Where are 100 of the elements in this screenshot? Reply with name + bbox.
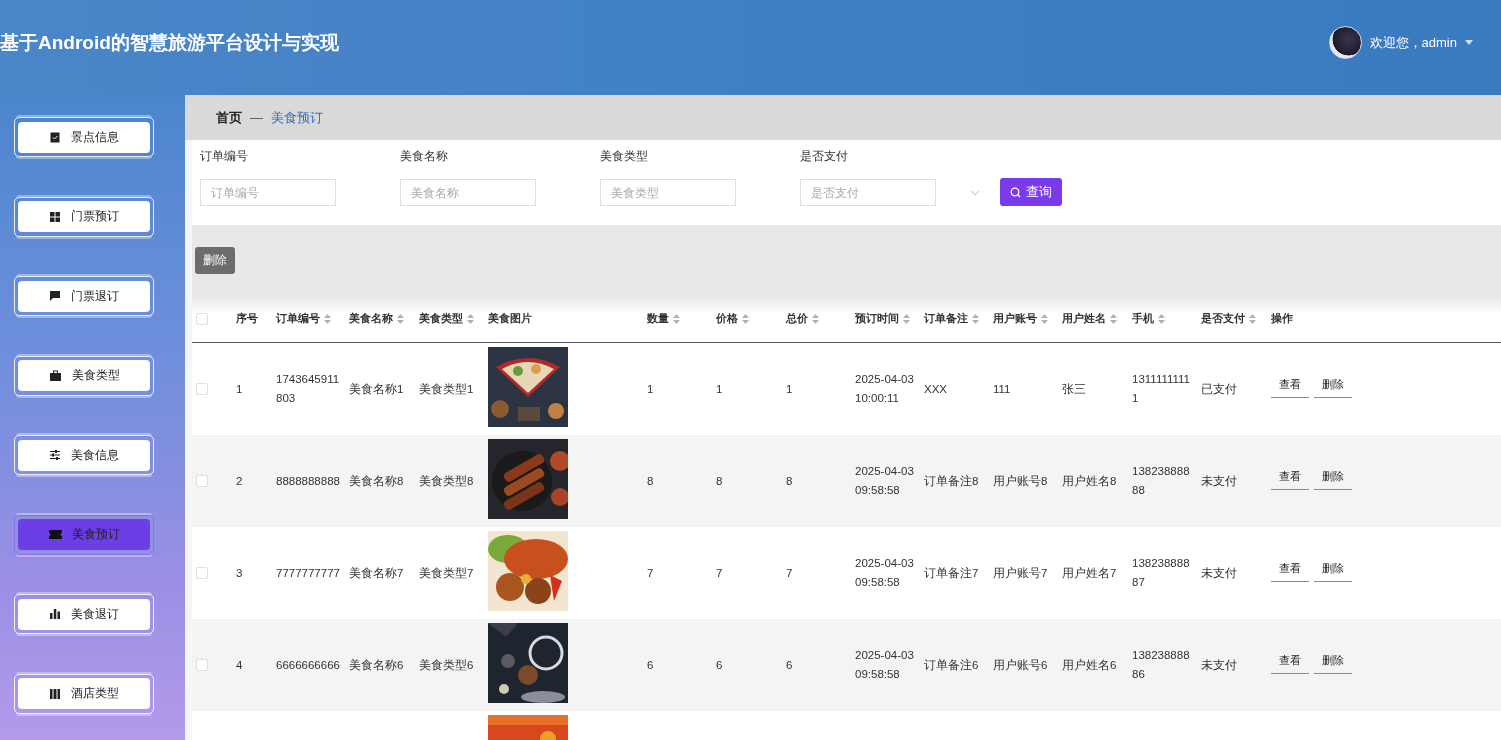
clipboard-icon — [49, 131, 61, 143]
sidebar-item[interactable]: 酒店类型 — [18, 678, 150, 709]
table-cell-text: XXX — [923, 381, 948, 397]
table-cell-text: 4 — [235, 657, 244, 673]
table-cell-text: 8 — [646, 473, 655, 489]
input-field[interactable]: 美食名称 — [400, 179, 536, 206]
caret-icon[interactable] — [1465, 40, 1473, 45]
table-cell-text: 8 — [785, 473, 794, 489]
table-cell-text: 111 — [992, 381, 1012, 397]
table-cell-text: 2025-04-03 09:58:58 — [854, 648, 915, 682]
table-cell-text: 8 — [715, 473, 724, 489]
view-link[interactable]: 查看 — [1271, 652, 1309, 674]
bar-chart-icon — [49, 608, 61, 620]
sort-icon — [972, 313, 979, 324]
breadcrumb-current: 美食预订 — [271, 108, 323, 127]
field-label: 美食名称 — [400, 148, 449, 165]
delete-button[interactable]: 删除 — [195, 246, 235, 274]
checkbox[interactable] — [196, 475, 208, 487]
delete-link[interactable]: 删除 — [1314, 376, 1352, 398]
sort-icon — [1110, 313, 1117, 324]
query-button[interactable]: 查询 — [1000, 178, 1062, 206]
column-heading[interactable]: 总价 — [778, 311, 847, 326]
column-heading[interactable]: 是否支付 — [1193, 311, 1263, 326]
table-cell-text: 1 — [235, 381, 244, 397]
table-cell-text: 2025-04-03 09:58:58 — [854, 556, 915, 590]
table-cell-text: 美食名称8 — [348, 473, 405, 489]
checkbox[interactable] — [196, 312, 208, 325]
table-cell-text: 美食类型6 — [418, 657, 475, 673]
table-cell-text: 美食类型7 — [418, 565, 475, 581]
sort-icon — [812, 313, 819, 324]
table-cell-text: 6 — [785, 657, 794, 673]
chevron-down-icon[interactable] — [970, 189, 980, 196]
checkbox[interactable] — [196, 567, 208, 579]
table-cell-text: 3 — [235, 565, 244, 581]
table-cell-text: 美食类型1 — [418, 381, 475, 397]
table-cell-text: 未支付 — [1200, 565, 1238, 581]
input-field[interactable]: 美食类型 — [600, 179, 736, 206]
column-heading[interactable]: 数量 — [639, 311, 708, 326]
table-cell-text: 用户账号6 — [992, 657, 1049, 673]
table-cell-text: 13823888887 — [1131, 556, 1191, 590]
input-field[interactable]: 订单编号 — [200, 179, 336, 206]
table-cell-text: 已支付 — [1200, 381, 1238, 397]
column-heading[interactable]: 美食类型 — [411, 311, 480, 326]
select-field[interactable]: 是否支付 — [800, 179, 936, 206]
field-label: 美食类型 — [600, 148, 649, 165]
sidebar-item[interactable]: 门票预订 — [18, 201, 150, 232]
delete-link[interactable]: 删除 — [1314, 468, 1352, 490]
sort-icon — [673, 313, 680, 324]
sliders-icon — [49, 449, 61, 461]
sort-icon — [324, 313, 331, 324]
column-heading[interactable]: 订单编号 — [268, 311, 341, 326]
column-heading[interactable]: 预订时间 — [847, 311, 916, 326]
table-cell-text: 用户姓名6 — [1061, 657, 1118, 673]
table-cell-text: 美食名称1 — [348, 381, 405, 397]
user-greeting[interactable]: 欢迎您，admin — [1369, 33, 1457, 52]
sidebar-item[interactable]: 门票退订 — [18, 280, 150, 312]
checkbox[interactable] — [196, 383, 208, 395]
breadcrumb-separator: — — [250, 110, 263, 125]
view-link[interactable]: 查看 — [1271, 468, 1309, 490]
app-title: 基于Android的智慧旅游平台设计与实现 — [0, 30, 339, 55]
view-link[interactable]: 查看 — [1271, 376, 1309, 398]
sort-icon — [1158, 313, 1165, 324]
table-cell-text: 2025-04-03 10:00:11 — [854, 372, 915, 406]
table-cell-text: 2025-04-03 09:58:58 — [854, 464, 915, 498]
column-heading[interactable]: 用户姓名 — [1054, 311, 1124, 326]
sidebar-item[interactable]: 美食信息 — [18, 439, 150, 471]
column-heading[interactable]: 价格 — [708, 311, 778, 326]
delete-link[interactable]: 删除 — [1314, 652, 1352, 674]
sidebar-item[interactable]: 景点信息 — [18, 121, 150, 153]
book-icon — [49, 687, 61, 700]
view-link[interactable]: 查看 — [1271, 560, 1309, 582]
column-heading[interactable]: 美食名称 — [341, 311, 411, 326]
table-cell-text: 订单备注8 — [923, 473, 980, 489]
grid-icon — [49, 210, 61, 223]
sidebar-item[interactable]: 美食退订 — [18, 598, 150, 630]
table-cell-text: 1743645911803 — [275, 372, 341, 406]
table-cell-text: 2 — [235, 473, 244, 489]
column-heading: 操作 — [1270, 311, 1294, 326]
table-cell-text: 6 — [715, 657, 724, 673]
table-cell-text: 6666666666 — [275, 657, 341, 673]
table-cell-text: 6 — [646, 657, 655, 673]
breadcrumb-home[interactable]: 首页 — [216, 108, 242, 127]
field-label: 订单编号 — [200, 148, 249, 165]
sidebar-item[interactable]: 美食类型 — [18, 360, 150, 391]
table-cell-text: 用户姓名8 — [1061, 473, 1118, 489]
checkbox[interactable] — [196, 659, 208, 671]
table-cell-text: 美食名称7 — [348, 565, 405, 581]
table-cell-text: 1 — [715, 381, 724, 397]
column-heading[interactable]: 用户账号 — [985, 311, 1054, 326]
ticket-icon — [48, 529, 62, 540]
delete-link[interactable]: 删除 — [1314, 560, 1352, 582]
table-cell-text: 用户账号8 — [992, 473, 1049, 489]
column-heading[interactable]: 手机 — [1124, 311, 1193, 326]
column-heading[interactable]: 订单备注 — [916, 311, 985, 326]
table-cell-text: 用户账号7 — [992, 565, 1049, 581]
sort-icon — [397, 313, 404, 324]
table-cell-text: 7 — [785, 565, 794, 581]
table-cell-text: 未支付 — [1200, 657, 1238, 673]
avatar[interactable] — [1328, 26, 1362, 59]
briefcase-icon — [48, 369, 62, 382]
